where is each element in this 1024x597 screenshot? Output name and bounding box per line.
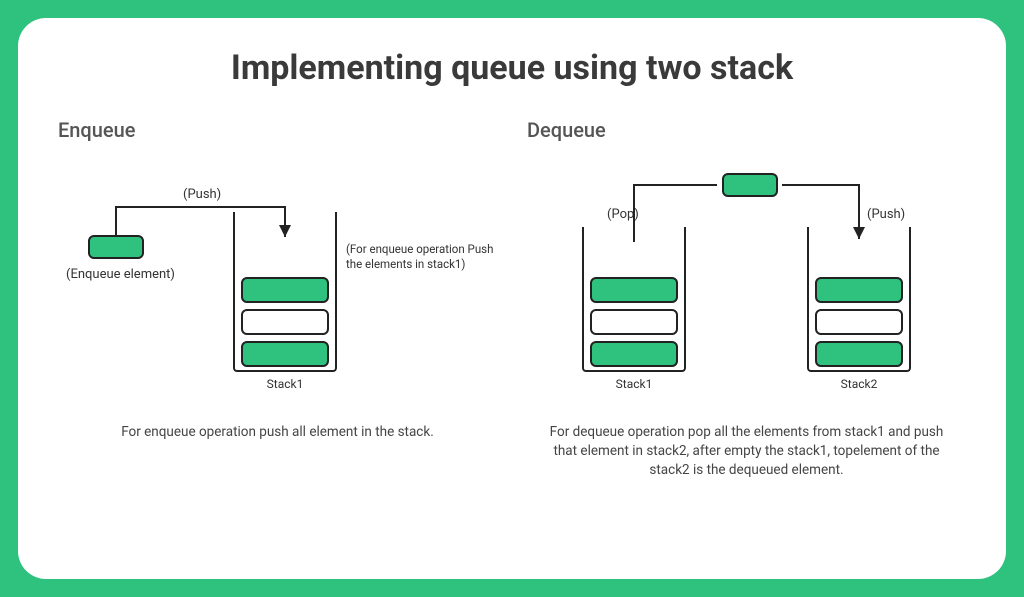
diagram-card: Implementing queue using two stack Enque… [18, 18, 1006, 579]
enqueue-diagram: (Enqueue element) (Push) Stack1 (For enq… [58, 157, 497, 417]
enqueue-description: For enqueue operation push all element i… [58, 423, 497, 442]
enqueue-arrow-overlay [58, 157, 518, 417]
dequeue-column: Dequeue (Pop) (Push) Stack1 [527, 118, 966, 480]
enqueue-heading: Enqueue [58, 118, 497, 142]
columns: Enqueue (Enqueue element) (Push) Stack1 … [58, 118, 966, 480]
dequeue-diagram: (Pop) (Push) Stack1 Stack2 [527, 157, 966, 417]
page-title: Implementing queue using two stack [58, 48, 966, 88]
dequeue-description: For dequeue operation pop all the elemen… [527, 423, 966, 480]
dequeue-heading: Dequeue [527, 118, 966, 142]
dequeue-arrow-overlay [527, 157, 987, 417]
enqueue-column: Enqueue (Enqueue element) (Push) Stack1 … [58, 118, 497, 480]
